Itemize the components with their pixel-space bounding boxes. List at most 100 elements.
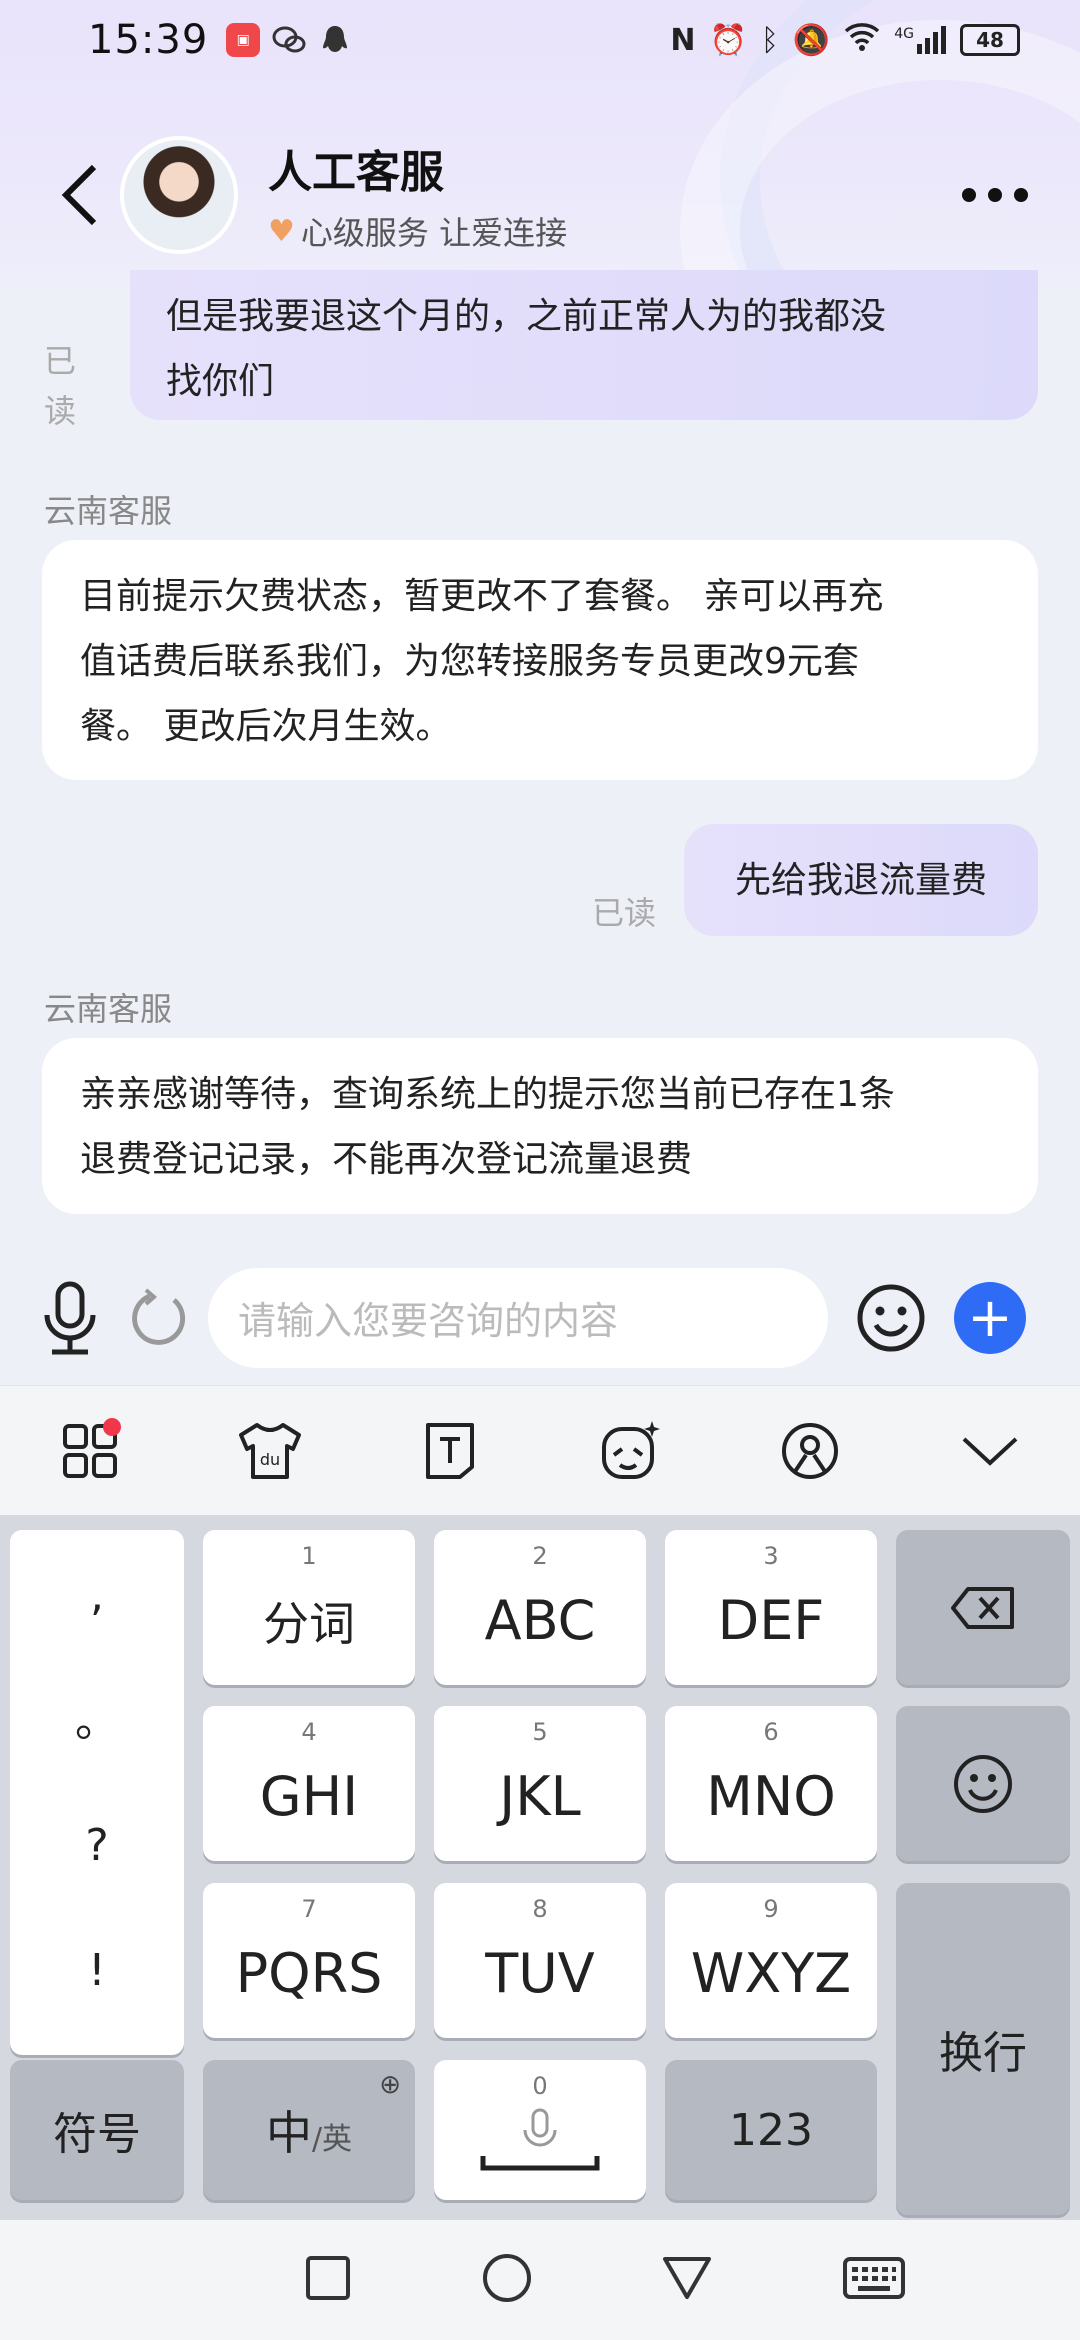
read-receipt: 已读 (44, 342, 77, 430)
skin-button[interactable]: du (235, 1416, 305, 1486)
slogan-text: 心级服务 让爱连接 (300, 214, 568, 252)
backspace-icon (951, 1586, 1014, 1629)
key-4[interactable]: 4 GHI (203, 1706, 415, 1861)
recents-button[interactable] (304, 2254, 352, 2306)
symbols-key[interactable]: 符号 (10, 2060, 184, 2200)
home-button[interactable] (481, 2252, 533, 2308)
notification-dot (103, 1417, 121, 1436)
message-line: 亲亲感谢等待，查询系统上的提示您当前已存在1条 (80, 1074, 895, 1115)
avatar-button[interactable] (775, 1416, 845, 1486)
key-label: DEF (717, 1589, 825, 1652)
chat-header: 15:39 ▣ N ⏰ ᛒ 🔕 4G 48 人工客服 ♥ 心级服务 让爱连接 (0, 0, 1080, 290)
status-bar: 15:39 ▣ N ⏰ ᛒ 🔕 4G 48 (0, 0, 1080, 80)
collapse-keyboard-button[interactable] (955, 1416, 1025, 1486)
plus-button[interactable]: + (954, 1281, 1026, 1354)
key-label: ABC (484, 1589, 596, 1652)
back-button[interactable] (40, 145, 120, 245)
keyboard-switch-button[interactable] (842, 2256, 906, 2304)
apps-grid-button[interactable] (55, 1416, 125, 1486)
message-line: 但是我要退这个月的，之前正常人为的我都没 (166, 296, 887, 337)
message-text: 先给我退流量费 (734, 859, 987, 901)
sticker-button[interactable] (595, 1416, 665, 1486)
dot-icon (1014, 188, 1028, 202)
key-number: 5 (532, 1718, 548, 1746)
key-label: PQRS (235, 1942, 383, 2005)
key-label: MNO (706, 1765, 836, 1828)
emoji-button[interactable] (856, 1283, 926, 1353)
plus-icon: + (967, 1285, 1013, 1349)
key-label: 符号 (53, 2109, 141, 2160)
punct-question[interactable]: ? (10, 1820, 184, 1871)
agent-info: 人工客服 ♥ 心级服务 让爱连接 (268, 136, 567, 254)
composer: 请输入您要咨询的内容 + (0, 1250, 1080, 1385)
shirt-icon: du (239, 1422, 301, 1479)
refresh-icon (132, 1287, 186, 1345)
key-7[interactable]: 7 PQRS (203, 1883, 415, 2038)
key-1[interactable]: 1 分词 (203, 1530, 415, 1685)
key-number: 7 (301, 1895, 317, 1923)
lang-main: 中 (265, 2106, 312, 2160)
key-label: WXYZ (690, 1942, 852, 2005)
agent-slogan: ♥ 心级服务 让爱连接 (268, 208, 567, 254)
key-8[interactable]: 8 TUV (434, 1883, 646, 2038)
voice-input-button[interactable] (40, 1278, 100, 1358)
text-tool-button[interactable] (415, 1416, 485, 1486)
smiley-icon (857, 1284, 925, 1351)
circle-icon (482, 2254, 531, 2302)
number-mode-key[interactable]: 123 (665, 2060, 877, 2200)
key-label: 中/英 (266, 2097, 352, 2163)
message-list[interactable]: 已读 但是我要退这个月的，之前正常人为的我都没 找你们 云南客服 目前提示欠费状… (0, 270, 1080, 1250)
network-type: 4G (894, 26, 914, 42)
refresh-button[interactable] (128, 1287, 188, 1348)
key-6[interactable]: 6 MNO (665, 1706, 877, 1861)
more-options-button[interactable] (962, 188, 1028, 202)
sticker-face-icon (602, 1420, 660, 1479)
key-label: 123 (729, 2104, 813, 2156)
heart-icon: ♥ (268, 213, 295, 249)
backspace-key[interactable] (896, 1530, 1070, 1685)
qq-icon (318, 23, 352, 57)
key-number: 3 (763, 1542, 779, 1570)
punct-period[interactable]: 。 (10, 1685, 184, 1749)
message-input[interactable]: 请输入您要咨询的内容 (208, 1267, 828, 1368)
svg-text:du: du (260, 1450, 280, 1469)
user-message[interactable]: 先给我退流量费 (684, 824, 1038, 936)
agent-message[interactable]: 亲亲感谢等待，查询系统上的提示您当前已存在1条 退费登记记录，不能再次登记流量退… (42, 1038, 1038, 1214)
enter-key[interactable]: 换行 (896, 1883, 1070, 2215)
punct-exclaim[interactable]: ! (10, 1945, 184, 1996)
key-number: 2 (532, 1542, 548, 1570)
mute-icon: 🔕 (792, 22, 831, 58)
key-3[interactable]: 3 DEF (665, 1530, 877, 1685)
key-number: 8 (532, 1895, 548, 1923)
huawei-mall-icon: ▣ (226, 23, 261, 57)
key-label: 分词 (263, 1596, 355, 1651)
battery-icon: 48 (960, 24, 1020, 56)
sender-name: 云南客服 (44, 492, 173, 530)
key-number: 6 (763, 1718, 779, 1746)
t9-keyboard: , 。 ? ! 1 分词 2 ABC 3 DEF 4 GHI 5 JKL 6 M… (0, 1515, 1080, 2220)
key-number: 1 (301, 1542, 317, 1570)
space-key[interactable]: 0 (434, 2060, 646, 2200)
agent-message[interactable]: 目前提示欠费状态，暂更改不了套餐。 亲可以再充 值话费后联系我们，为您转接服务专… (42, 540, 1038, 780)
key-2[interactable]: 2 ABC (434, 1530, 646, 1685)
key-label: TUV (485, 1942, 595, 2005)
key-9[interactable]: 9 WXYZ (665, 1883, 877, 2038)
punct-comma[interactable]: , (10, 1570, 184, 1621)
page-title: 人工客服 (268, 147, 444, 198)
input-placeholder: 请输入您要咨询的内容 (238, 1299, 619, 1343)
system-navigation-bar (0, 2220, 1080, 2340)
key-5[interactable]: 5 JKL (434, 1706, 646, 1861)
user-message[interactable]: 但是我要退这个月的，之前正常人为的我都没 找你们 (130, 270, 1038, 420)
wechat-icon (272, 23, 306, 57)
agent-avatar[interactable] (120, 136, 238, 254)
square-icon (306, 2256, 351, 2300)
sender-name: 云南客服 (44, 990, 173, 1028)
language-toggle-key[interactable]: ⊕ 中/英 (203, 2060, 415, 2200)
dot-icon (988, 188, 1002, 202)
emoji-key[interactable] (896, 1706, 1070, 1861)
alarm-icon: ⏰ (709, 22, 747, 58)
key-label: GHI (259, 1765, 359, 1828)
punctuation-list[interactable]: , 。 ? ! (10, 1530, 184, 2055)
back-nav-button[interactable] (661, 2255, 713, 2305)
chat-title-bar: 人工客服 ♥ 心级服务 让爱连接 (0, 130, 1080, 260)
